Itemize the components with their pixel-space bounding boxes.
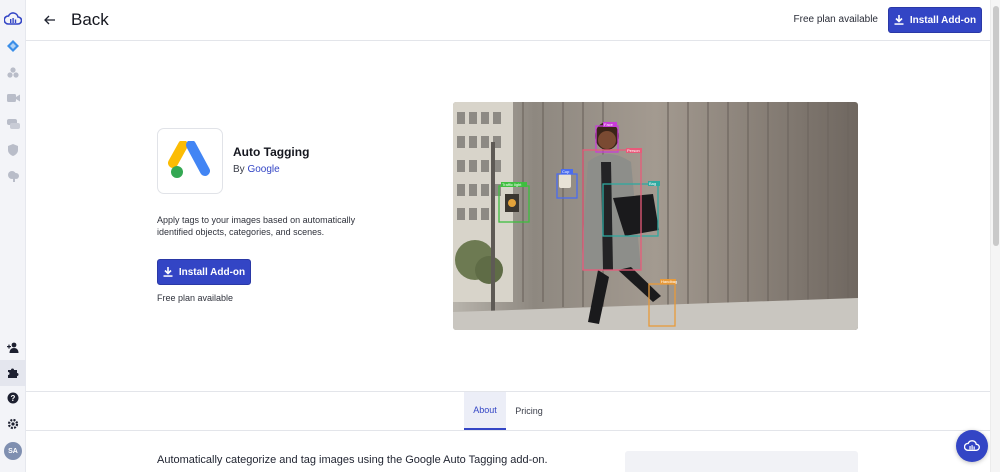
top-bar: Back Free plan available Install Add-on bbox=[26, 0, 990, 41]
publisher-prefix: By bbox=[233, 164, 248, 175]
about-intro: Automatically categorize and tag images … bbox=[157, 454, 548, 466]
side-panel bbox=[625, 451, 858, 472]
avatar[interactable]: SA bbox=[4, 442, 22, 460]
page-scrollbar[interactable] bbox=[990, 0, 1000, 472]
tag-bag: Bag bbox=[649, 181, 656, 186]
tag-traffic-light: Traffic light bbox=[502, 182, 522, 187]
download-icon bbox=[894, 15, 904, 25]
hero-install-addon-button[interactable]: Install Add-on bbox=[157, 259, 251, 285]
tab-about[interactable]: About bbox=[464, 392, 506, 430]
sidebar: ? SA bbox=[0, 0, 26, 472]
hero-install-label: Install Add-on bbox=[178, 266, 246, 278]
tag-person: Person bbox=[627, 148, 640, 153]
free-plan-text: Free plan available bbox=[793, 14, 879, 25]
tabs-bottom-divider bbox=[26, 430, 990, 431]
tag-face: Face bbox=[604, 122, 614, 127]
puzzle-cloud-icon[interactable] bbox=[3, 166, 23, 186]
download-icon bbox=[163, 267, 173, 277]
publisher-link[interactable]: Google bbox=[247, 164, 279, 175]
google-ads-logo-icon bbox=[168, 141, 210, 178]
scroll-thumb[interactable] bbox=[993, 6, 999, 246]
addon-publisher: By Google bbox=[233, 164, 280, 175]
puzzle-icon[interactable] bbox=[0, 360, 26, 386]
cloud-logo-icon[interactable] bbox=[3, 9, 23, 29]
assets-icon[interactable] bbox=[3, 62, 23, 82]
tag-cup: Cup bbox=[562, 169, 570, 174]
help-icon[interactable]: ? bbox=[3, 388, 23, 408]
addon-logo bbox=[157, 128, 223, 194]
chat-icon[interactable] bbox=[3, 114, 23, 134]
tab-pricing[interactable]: Pricing bbox=[508, 392, 550, 430]
install-addon-label: Install Add-on bbox=[909, 14, 977, 26]
shield-icon[interactable] bbox=[3, 140, 23, 160]
support-chat-button[interactable] bbox=[956, 430, 988, 462]
back-link[interactable]: Back bbox=[71, 10, 109, 30]
svg-text:?: ? bbox=[11, 394, 16, 403]
addon-description: Apply tags to your images based on autom… bbox=[157, 215, 356, 237]
tag-handbag: Handbag bbox=[661, 279, 677, 284]
app-root: ? SA Back Free plan available Install Ad… bbox=[0, 0, 1000, 472]
diamond-icon[interactable] bbox=[3, 36, 23, 56]
add-user-icon[interactable] bbox=[3, 337, 23, 357]
back-arrow-icon[interactable] bbox=[42, 11, 58, 29]
hero-image: Face Traffic light Cup Bag Person Handba… bbox=[453, 102, 858, 330]
addon-name: Auto Tagging bbox=[233, 145, 310, 159]
settings-icon[interactable] bbox=[3, 414, 23, 434]
hero-free-plan-text: Free plan available bbox=[157, 293, 234, 303]
cloud-chat-icon bbox=[964, 440, 980, 451]
video-icon[interactable] bbox=[3, 88, 23, 108]
install-addon-button[interactable]: Install Add-on bbox=[888, 7, 982, 33]
